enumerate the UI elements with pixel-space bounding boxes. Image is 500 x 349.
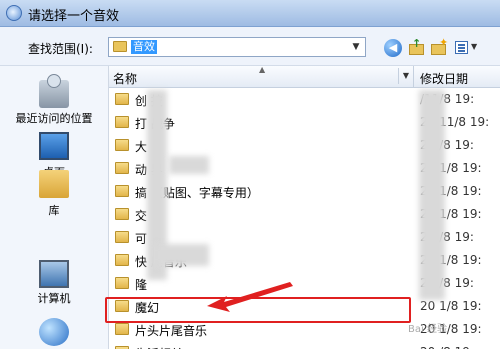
column-name[interactable]: 名称	[113, 70, 137, 87]
folder-icon	[113, 41, 127, 52]
folder-icon	[115, 93, 129, 105]
toolbar: 查找范围(I): 音效 ▼ ◀ ↑ ✦ ▼	[0, 27, 500, 66]
desktop-icon	[39, 132, 69, 160]
sidebar-item-computer[interactable]: 计算机	[0, 258, 108, 308]
column-date-modified[interactable]: 修改日期	[420, 70, 468, 87]
sidebar-item-label: 库	[48, 204, 60, 217]
sidebar-item-label: 计算机	[37, 292, 71, 305]
folder-icon	[115, 277, 129, 289]
file-name: 大	[135, 140, 148, 154]
column-dropdown-icon[interactable]: ▼	[398, 68, 413, 84]
view-menu-icon[interactable]: ▼	[454, 39, 480, 57]
new-folder-icon[interactable]: ✦	[430, 36, 448, 57]
folder-icon	[115, 162, 129, 174]
folder-icon	[115, 208, 129, 220]
folder-icon	[115, 185, 129, 197]
privacy-blur	[154, 244, 209, 266]
column-header: 名称 ▲ ▼ 修改日期	[109, 66, 500, 88]
sidebar-item-label: 最近访问的位置	[15, 112, 93, 125]
look-in-combobox[interactable]: 音效 ▼	[108, 37, 366, 57]
folder-icon	[115, 323, 129, 335]
privacy-blur	[419, 90, 445, 300]
file-name: 可	[135, 232, 148, 246]
current-folder-value: 音效	[131, 40, 157, 54]
file-name: 生活相关	[135, 345, 183, 349]
app-icon	[6, 5, 22, 21]
folder-icon	[115, 254, 129, 266]
sidebar-item-network[interactable]	[0, 316, 108, 349]
watermark: Bai 经验	[408, 324, 447, 335]
computer-icon	[39, 260, 69, 288]
up-folder-icon[interactable]: ↑	[408, 37, 426, 57]
folder-icon	[115, 231, 129, 243]
file-name: 片头片尾音乐	[135, 324, 208, 338]
file-name: 隆	[135, 278, 148, 292]
sidebar-item-recent[interactable]: 最近访问的位置	[0, 72, 108, 125]
column-divider[interactable]	[413, 66, 414, 87]
sort-arrow-icon: ▲	[259, 66, 266, 74]
chevron-down-icon[interactable]: ▼	[349, 39, 363, 55]
folder-icon	[115, 116, 129, 128]
privacy-blur	[169, 156, 209, 174]
red-arrow-icon	[207, 282, 293, 312]
recent-places-icon	[39, 74, 69, 108]
date-modified: 20 /8 19:	[420, 345, 474, 349]
file-name: 交	[135, 209, 148, 223]
folder-icon	[115, 139, 129, 151]
places-sidebar: 最近访问的位置 桌面 库 计算机	[0, 66, 109, 349]
sidebar-item-libraries[interactable]: 库	[0, 168, 108, 218]
list-item[interactable]: 生活相关 20 /8 19:	[109, 342, 500, 349]
back-icon[interactable]: ◀	[384, 39, 402, 57]
libraries-icon	[39, 170, 69, 198]
network-icon	[39, 318, 69, 346]
window-title: 请选择一个音效	[28, 9, 120, 24]
title-bar[interactable]: 请选择一个音效	[0, 0, 500, 27]
look-in-label: 查找范围(I):	[28, 42, 93, 56]
date-modified: 20 1/8 19:	[420, 299, 482, 313]
